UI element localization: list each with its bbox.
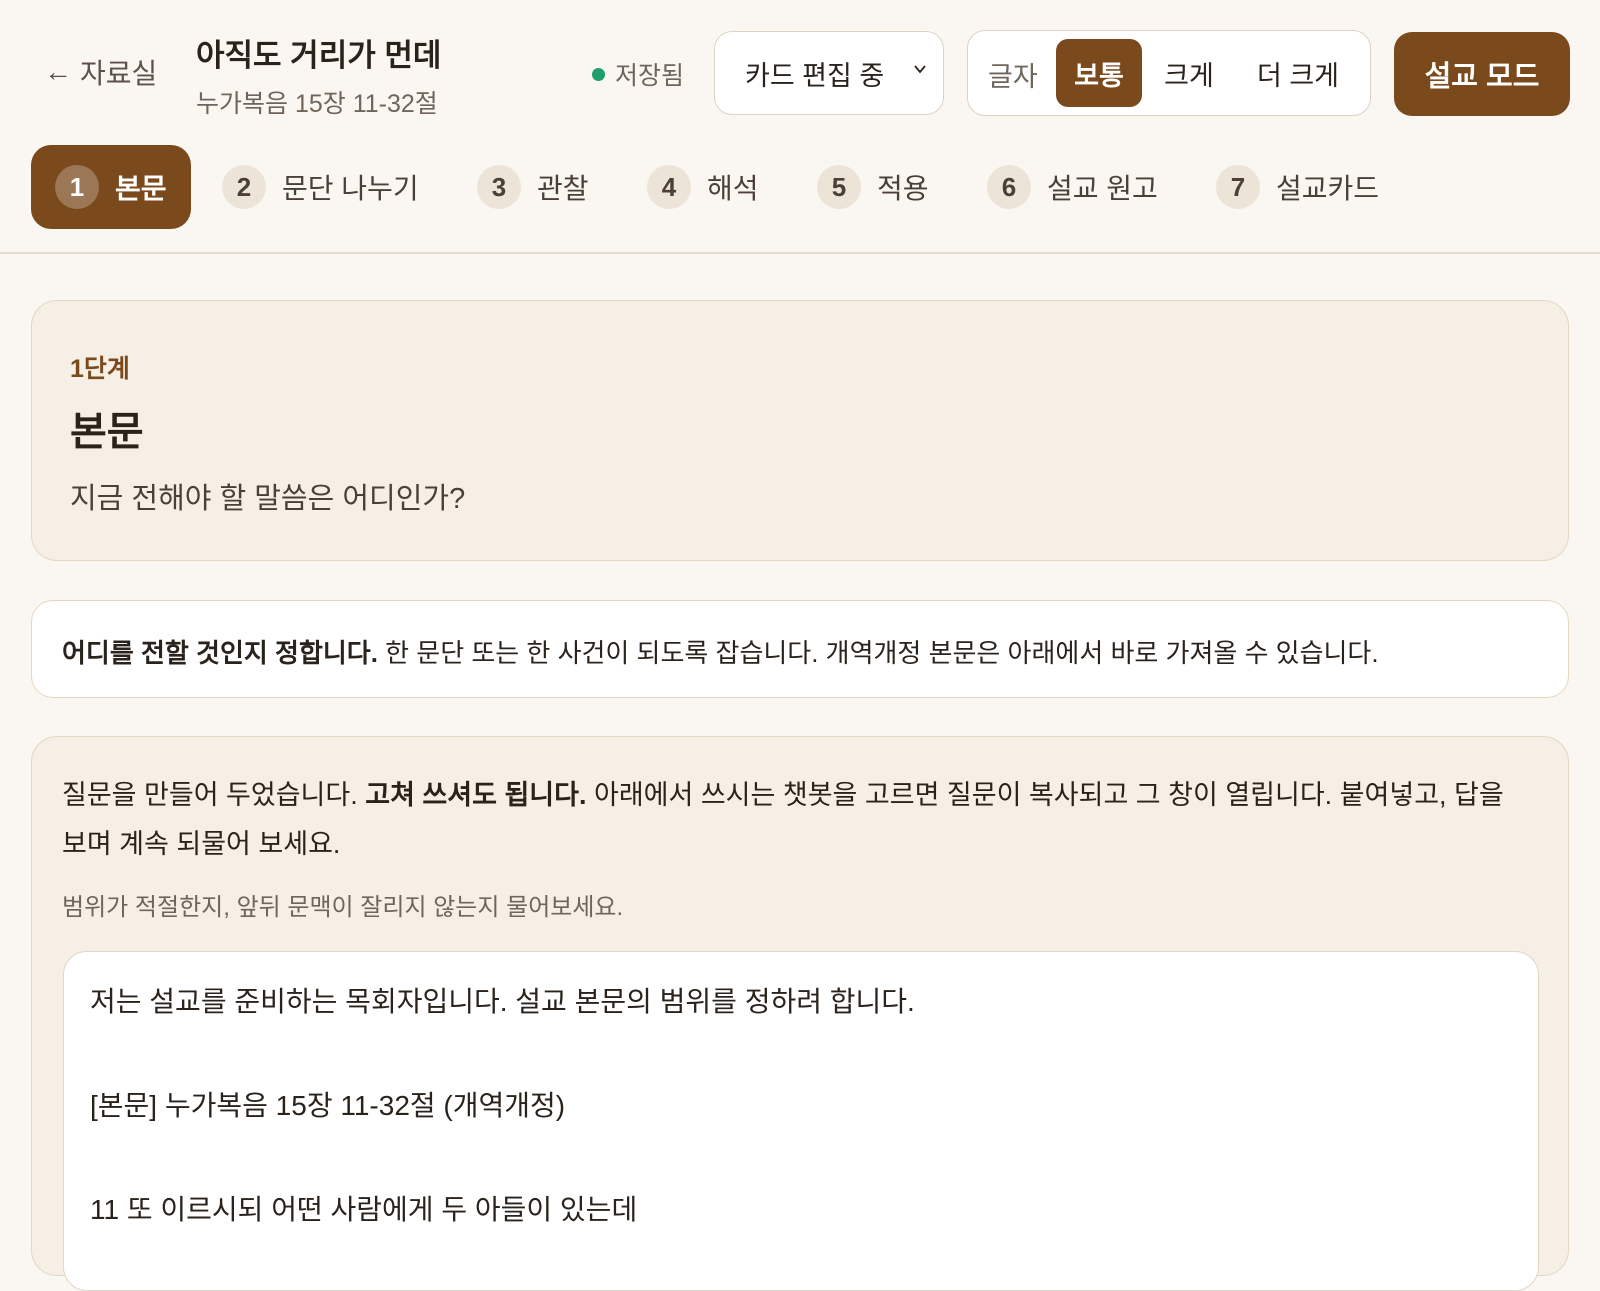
saved-dot-icon [592,67,605,81]
guide-bold: 어디를 전할 것인지 정합니다. [62,638,378,668]
prompt-intro-bold: 고쳐 쓰셔도 됩니다. [365,780,587,810]
back-to-library-link[interactable]: ← 자료실 [44,52,157,92]
font-size-normal-button[interactable]: 보통 [1056,39,1142,107]
save-status: 저장됨 [592,56,684,92]
prompt-line: 저는 설교를 준비하는 목회자입니다. 설교 본문의 범위를 정하려 합니다. [90,986,915,1017]
header-divider [0,252,1600,254]
prompt-hint: 범위가 적절한지, 앞뒤 문맥이 잘리지 않는지 물어보세요. [62,894,624,921]
tab-step-7[interactable]: 7 설교카드 [1216,145,1379,229]
font-size-control: 글자 보통 크게 더 크게 [967,30,1371,116]
tab-step-1[interactable]: 1 본문 [31,145,191,229]
step-number: 5 [817,165,861,209]
prompt-intro: 질문을 만들어 두었습니다. 고쳐 쓰셔도 됩니다. 아래에서 쓰시는 챗봇을 … [62,771,1532,869]
step-number: 1 [55,165,99,209]
tab-step-6[interactable]: 6 설교 원고 [987,145,1158,229]
prompt-line: 11 또 이르시되 어떤 사람에게 두 아들이 있는데 [90,1194,638,1225]
step-tabs: 1 본문 2 문단 나누기 3 관찰 4 해석 5 적용 6 설교 원고 7 설… [0,145,1600,229]
stage-card: 1단계 본문 지금 전해야 할 말씀은 어디인가? [31,300,1569,561]
prompt-card: 질문을 만들어 두었습니다. 고쳐 쓰셔도 됩니다. 아래에서 쓰시는 챗봇을 … [31,736,1569,1291]
document-title: 아직도 거리가 먼데 [196,38,442,73]
step-label: 설교 원고 [1047,173,1158,204]
step-label: 본문 [115,173,167,204]
stage-label: 1단계 [70,355,130,383]
guide-text: 어디를 전할 것인지 정합니다. 한 문단 또는 한 사건이 되도록 잡습니다.… [62,633,1379,670]
step-number: 2 [222,165,266,209]
edit-mode-select[interactable]: 카드 편집 중 [714,31,944,115]
tab-step-2[interactable]: 2 문단 나누기 [222,145,419,229]
step-label: 적용 [877,173,929,204]
tab-step-5[interactable]: 5 적용 [817,145,929,229]
chevron-down-icon [914,65,926,74]
step-label: 문단 나누기 [282,173,419,204]
step-number: 4 [647,165,691,209]
prompt-intro-a: 질문을 만들어 두었습니다. [62,780,366,810]
stage-question: 지금 전해야 할 말씀은 어디인가? [70,483,466,515]
step-label: 설교카드 [1276,173,1380,204]
font-size-xlarge-button[interactable]: 더 크게 [1236,39,1360,107]
save-status-label: 저장됨 [615,62,685,90]
step-number: 3 [477,165,521,209]
stage-title: 본문 [70,410,144,454]
font-size-large-button[interactable]: 크게 [1148,39,1230,107]
top-bar: ← 자료실 아직도 거리가 먼데 누가복음 15장 11-32절 저장됨 카드 … [0,0,1600,136]
step-label: 관찰 [537,173,589,204]
prompt-line [90,1028,1512,1080]
font-size-label: 글자 [988,62,1038,92]
prompt-line: [본문] 누가복음 15장 11-32절 (개역개정) [90,1090,566,1121]
step-number: 6 [987,165,1031,209]
document-passage: 누가복음 15장 11-32절 [196,90,438,118]
prompt-line [90,1132,1512,1184]
tab-step-3[interactable]: 3 관찰 [477,145,589,229]
step-number: 7 [1216,165,1260,209]
guide-body: 한 문단 또는 한 사건이 되도록 잡습니다. 개역개정 본문은 아래에서 바로… [377,638,1379,668]
edit-mode-value: 카드 편집 중 [745,60,885,91]
arrow-left-icon: ← [44,56,72,87]
step-label: 해석 [707,173,759,204]
guide-card: 어디를 전할 것인지 정합니다. 한 문단 또는 한 사건이 되도록 잡습니다.… [31,600,1569,698]
back-link-label: 자료실 [80,58,158,89]
sermon-mode-button[interactable]: 설교 모드 [1394,32,1570,116]
tab-step-4[interactable]: 4 해석 [647,145,759,229]
prompt-textarea[interactable]: 저는 설교를 준비하는 목회자입니다. 설교 본문의 범위를 정하려 합니다. … [63,951,1539,1291]
